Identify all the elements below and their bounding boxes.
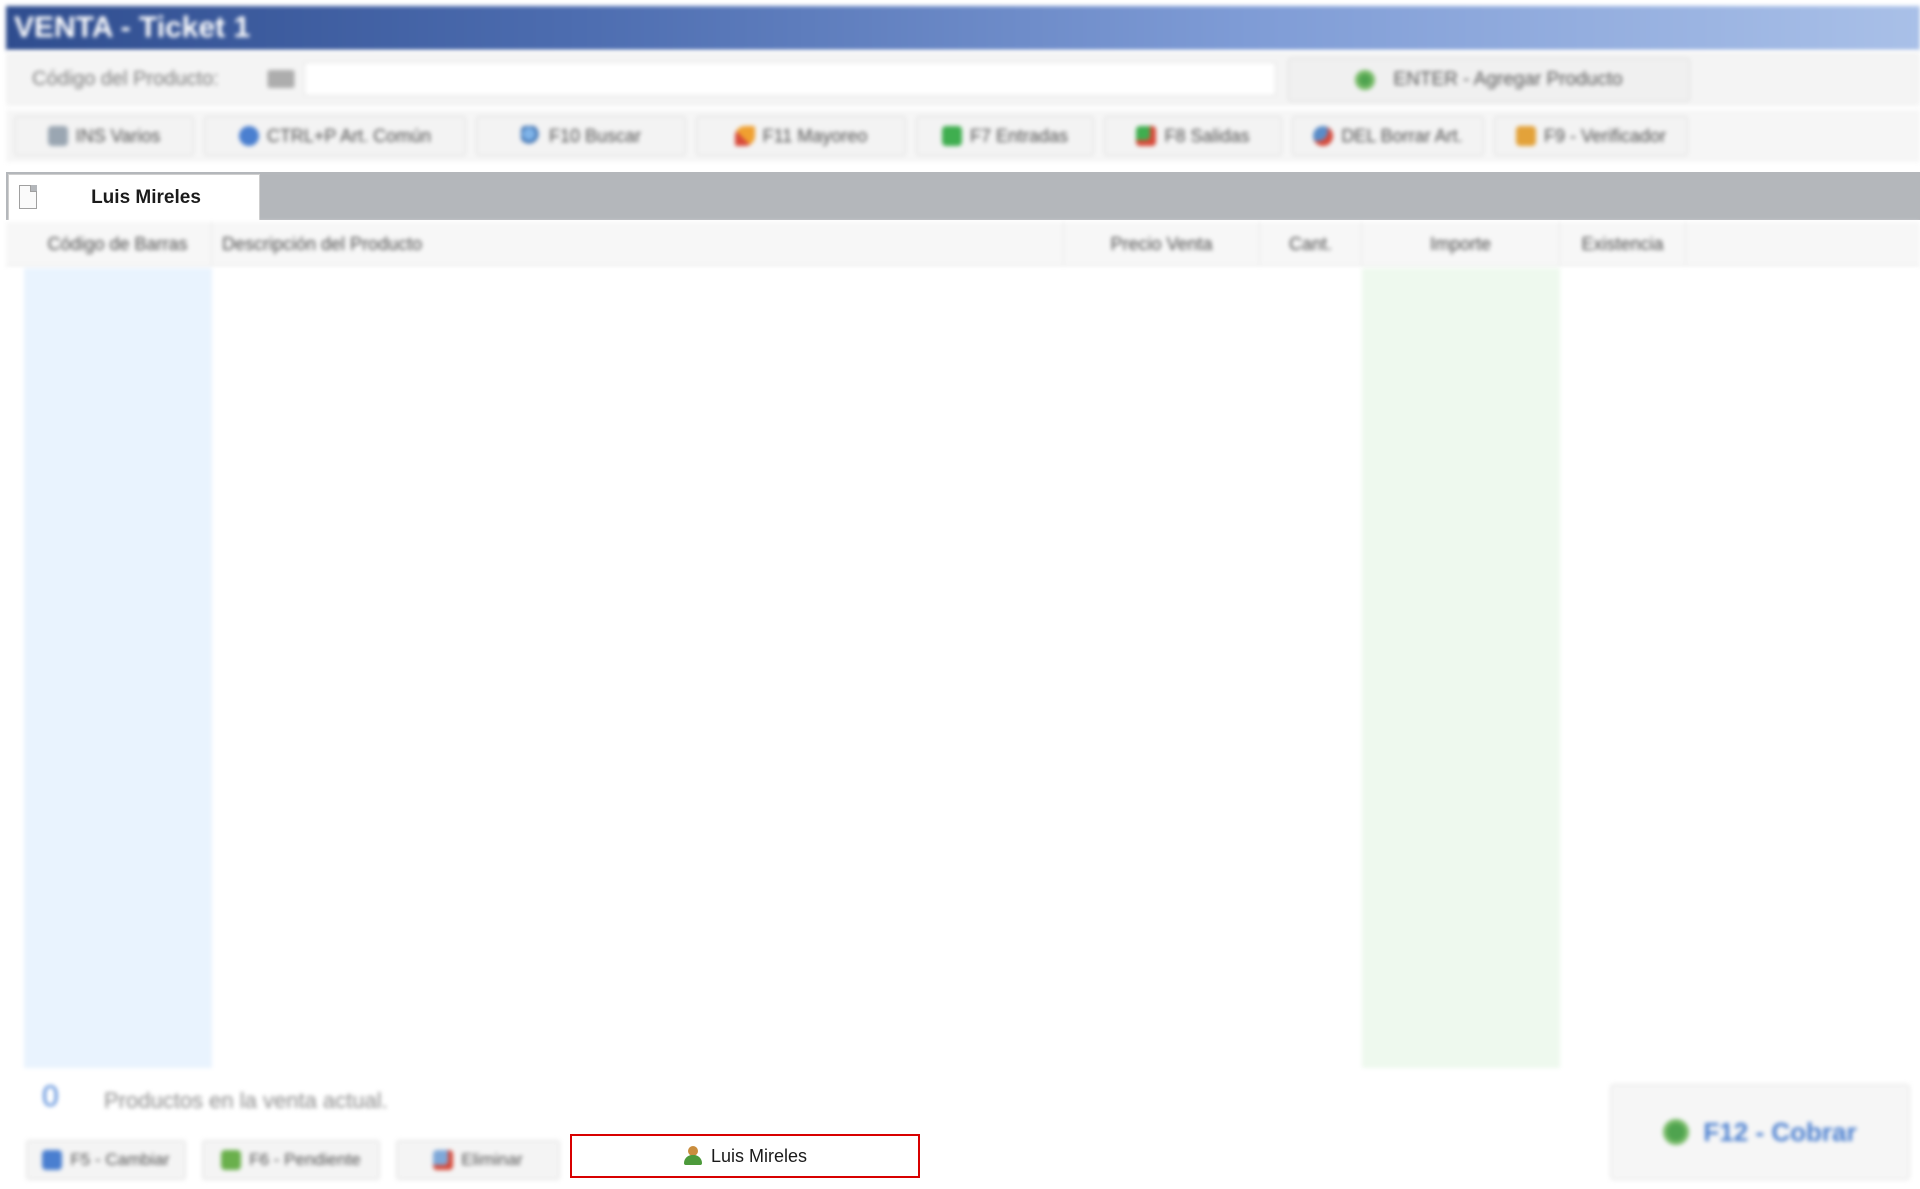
money-icon [1355,70,1376,90]
change-ticket-icon [42,1150,63,1170]
various-label: INS Varios [75,125,161,146]
search-button[interactable]: F10 Buscar [476,116,686,156]
delete-ticket-button[interactable]: Eliminar [396,1140,560,1180]
various-button[interactable]: INS Varios [14,116,194,156]
product-count-label: Productos en la venta actual. [104,1088,388,1113]
add-product-button[interactable]: ENTER - Agregar Producto [1288,58,1690,102]
cash-in-button[interactable]: F7 Entradas [916,116,1094,156]
charge-button[interactable]: F12 - Cobrar [1610,1084,1910,1180]
window-title: VENTA - Ticket 1 [6,6,1920,50]
barcode-icon [268,70,294,88]
column-header-amount[interactable]: Importe [1362,222,1560,266]
toolbar: INS Varios CTRL+P Art. Común F10 Buscar … [6,110,1920,162]
delete-item-label: DEL Borrar Art. [1341,125,1463,146]
column-header-description[interactable]: Descripción del Producto [212,222,1064,266]
price-checker-icon [1515,126,1536,146]
ticket-tab-label: Luis Mireles [91,187,201,208]
ticket-tab-strip: Luis Mireles [6,172,1920,220]
product-entry-row: Código del Producto: ENTER - Agregar Pro… [6,52,1920,106]
sale-items-grid[interactable] [6,268,1920,1068]
customer-icon [683,1146,703,1166]
sales-window: VENTA - Ticket 1 Código del Producto: EN… [0,0,1920,1189]
add-product-label: ENTER - Agregar Producto [1393,69,1623,90]
grid-header: Código de Barras Descripción del Product… [6,222,1920,267]
common-item-label: CTRL+P Art. Común [266,125,432,146]
barcode-column [24,268,212,1068]
common-item-button[interactable]: CTRL+P Art. Común [204,116,466,156]
money-icon [1663,1119,1690,1145]
delete-ticket-icon [433,1150,454,1170]
pending-icon [221,1150,242,1170]
cash-out-icon [1136,126,1157,146]
rocket-icon [734,126,755,146]
customer-button[interactable]: Luis Mireles [570,1134,920,1178]
column-header-price[interactable]: Precio Venta [1064,222,1260,266]
cash-out-label: F8 Salidas [1164,125,1250,146]
product-code-input[interactable] [304,62,1276,96]
pending-label: F6 - Pendiente [249,1150,361,1169]
product-code-label: Código del Producto: [32,68,219,90]
wholesale-button[interactable]: F11 Mayoreo [696,116,906,156]
column-header-quantity[interactable]: Cant. [1260,222,1362,266]
cash-out-button[interactable]: F8 Salidas [1104,116,1282,156]
ticket-tab[interactable]: Luis Mireles [8,174,260,220]
column-header-barcode[interactable]: Código de Barras [24,222,212,266]
price-checker-button[interactable]: F9 - Verificador [1494,116,1688,156]
customer-button-label: Luis Mireles [710,1145,808,1166]
charge-button-label: F12 - Cobrar [1703,1116,1857,1147]
price-checker-label: F9 - Verificador [1543,125,1667,146]
pending-button[interactable]: F6 - Pendiente [202,1140,380,1180]
column-header-stock[interactable]: Existencia [1560,222,1686,266]
search-icon [520,126,541,146]
delete-ticket-label: Eliminar [461,1150,523,1169]
basket-icon [47,126,68,146]
change-ticket-button[interactable]: F5 - Cambiar [26,1140,186,1180]
delete-item-icon [1313,126,1334,146]
change-ticket-label: F5 - Cambiar [70,1150,170,1169]
product-count: 0 [42,1080,59,1113]
wholesale-label: F11 Mayoreo [762,125,868,146]
cash-in-label: F7 Entradas [969,125,1069,146]
search-label: F10 Buscar [548,125,642,146]
delete-item-button[interactable]: DEL Borrar Art. [1292,116,1484,156]
common-item-icon [238,126,259,146]
cash-in-icon [941,126,962,146]
amount-column [1362,268,1560,1068]
